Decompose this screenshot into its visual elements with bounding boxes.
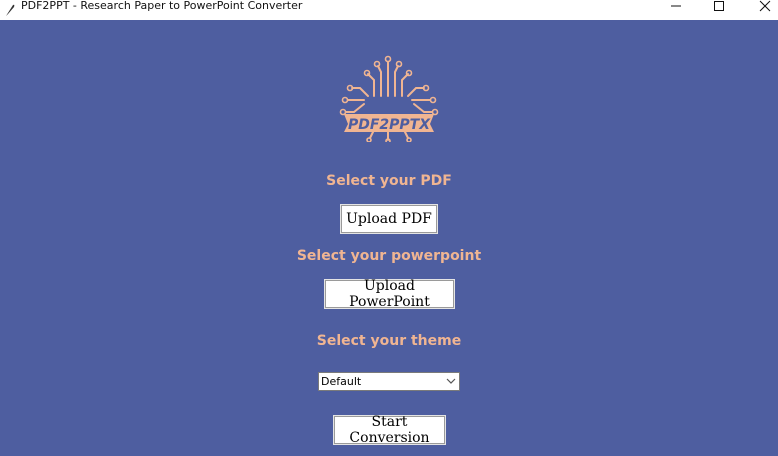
upload-powerpoint-button[interactable]: Upload PowerPoint [325, 278, 454, 310]
maximize-icon [714, 1, 724, 11]
minimize-icon [671, 5, 681, 7]
circuit-board-icon: PDF2PPTX [339, 55, 439, 142]
pdf-section-label: Select your PDF [326, 173, 452, 189]
feather-icon [4, 2, 16, 16]
window-title: PDF2PPT - Research Paper to PowerPoint C… [21, 0, 303, 12]
minimize-button[interactable] [661, 0, 691, 18]
logo-text: PDF2PPTX [348, 117, 431, 133]
title-bar: PDF2PPT - Research Paper to PowerPoint C… [0, 0, 778, 20]
theme-select-value: Default [321, 375, 362, 388]
chevron-down-icon [446, 378, 456, 384]
upload-pdf-button[interactable]: Upload PDF [341, 205, 437, 233]
theme-select[interactable]: Default [318, 372, 460, 391]
close-icon [759, 0, 771, 12]
close-button[interactable] [750, 0, 778, 18]
start-conversion-button[interactable]: Start Conversion [334, 414, 445, 446]
main-panel: PDF2PPTX Select your PDF Upload PDF Sele… [0, 20, 778, 456]
powerpoint-section-label: Select your powerpoint [296, 248, 482, 264]
maximize-button[interactable] [704, 0, 734, 18]
theme-section-label: Select your theme [316, 333, 462, 349]
